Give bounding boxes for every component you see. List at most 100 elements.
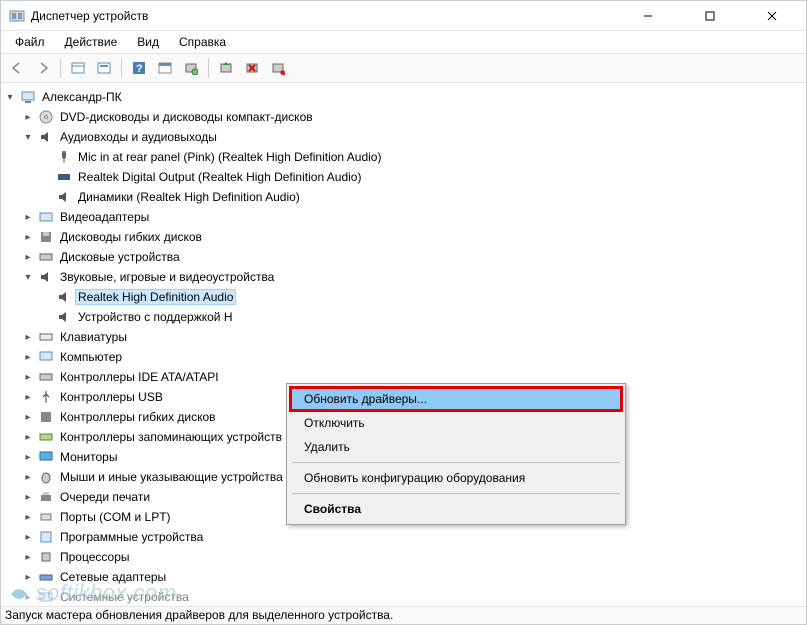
expand-icon[interactable]: ▸ xyxy=(21,492,35,503)
menu-help[interactable]: Справка xyxy=(171,33,234,51)
disable-icon[interactable] xyxy=(266,56,290,80)
tree-item-network[interactable]: ▸ Сетевые адаптеры xyxy=(3,567,804,587)
expand-icon[interactable]: ▸ xyxy=(21,512,35,523)
tree-label: DVD-дисководы и дисководы компакт-дисков xyxy=(57,109,316,125)
tree-label: Звуковые, игровые и видеоустройства xyxy=(57,269,277,285)
tree-item-keyboards[interactable]: ▸ Клавиатуры xyxy=(3,327,804,347)
tree-item-computer[interactable]: ▸ Компьютер xyxy=(3,347,804,367)
menu-view[interactable]: Вид xyxy=(129,33,167,51)
status-text: Запуск мастера обновления драйверов для … xyxy=(5,608,393,622)
ctx-update-drivers[interactable]: Обновить драйверы... xyxy=(290,387,622,411)
tree-label: Программные устройства xyxy=(57,529,206,545)
tree-item-video[interactable]: ▸ Видеоадаптеры xyxy=(3,207,804,227)
display-adapter-icon xyxy=(38,209,54,225)
tree-label: Сетевые адаптеры xyxy=(57,569,169,585)
back-button[interactable] xyxy=(5,56,29,80)
tree-item-hd-support[interactable]: Устройство с поддержкой H xyxy=(3,307,804,327)
close-button[interactable] xyxy=(750,2,794,30)
speaker-icon xyxy=(56,189,72,205)
tree-item-sound-game[interactable]: ▾ Звуковые, игровые и видеоустройства xyxy=(3,267,804,287)
ctx-separator xyxy=(292,493,620,494)
toolbar: ? xyxy=(1,53,806,83)
tree-label: Александр-ПК xyxy=(39,89,125,105)
tree-item-system[interactable]: ▸ Системные устройства xyxy=(3,587,804,606)
view-resources-icon[interactable] xyxy=(92,56,116,80)
expand-icon[interactable]: ▸ xyxy=(21,372,35,383)
tree-item-disks[interactable]: ▸ Дисковые устройства xyxy=(3,247,804,267)
tree-item-realtek[interactable]: Realtek High Definition Audio xyxy=(3,287,804,307)
tree-label: Мыши и иные указывающие устройства xyxy=(57,469,286,485)
tree-label: Устройство с поддержкой H xyxy=(75,309,236,325)
expand-icon[interactable]: ▸ xyxy=(21,252,35,263)
collapse-icon[interactable]: ▾ xyxy=(3,92,17,103)
speaker-icon xyxy=(38,129,54,145)
tree-label: Видеоадаптеры xyxy=(57,209,152,225)
uninstall-icon[interactable] xyxy=(240,56,264,80)
scan-hardware-icon[interactable] xyxy=(179,56,203,80)
tree-item-spdif[interactable]: Realtek Digital Output (Realtek High Def… xyxy=(3,167,804,187)
ctx-scan-hardware[interactable]: Обновить конфигурацию оборудования xyxy=(290,466,622,490)
expand-icon[interactable]: ▸ xyxy=(21,112,35,123)
expand-icon[interactable]: ▸ xyxy=(21,332,35,343)
tree-item-floppy[interactable]: ▸ Дисководы гибких дисков xyxy=(3,227,804,247)
titlebar: Диспетчер устройств xyxy=(1,1,806,31)
expand-icon[interactable]: ▸ xyxy=(21,212,35,223)
tree-label: Очереди печати xyxy=(57,489,153,505)
expand-icon[interactable]: ▸ xyxy=(21,452,35,463)
forward-button[interactable] xyxy=(31,56,55,80)
computer-icon xyxy=(20,89,36,105)
tree-item-mic[interactable]: Mic in at rear panel (Pink) (Realtek Hig… xyxy=(3,147,804,167)
menu-action[interactable]: Действие xyxy=(57,33,126,51)
tree-item-software[interactable]: ▸ Программные устройства xyxy=(3,527,804,547)
expand-icon[interactable]: ▸ xyxy=(21,592,35,603)
system-icon xyxy=(38,589,54,605)
update-driver-icon[interactable] xyxy=(214,56,238,80)
expand-icon[interactable]: ▸ xyxy=(21,412,35,423)
expand-icon[interactable]: ▸ xyxy=(21,392,35,403)
statusbar: Запуск мастера обновления драйверов для … xyxy=(1,606,806,624)
speaker-icon xyxy=(38,269,54,285)
collapse-icon[interactable]: ▾ xyxy=(21,272,35,283)
expand-icon[interactable]: ▸ xyxy=(21,232,35,243)
expand-icon[interactable]: ▸ xyxy=(21,432,35,443)
ide-icon xyxy=(38,369,54,385)
microphone-icon xyxy=(56,149,72,165)
expand-icon[interactable]: ▸ xyxy=(21,532,35,543)
collapse-icon[interactable]: ▾ xyxy=(21,132,35,143)
cpu-icon xyxy=(38,549,54,565)
expand-icon[interactable]: ▸ xyxy=(21,572,35,583)
floppy-icon xyxy=(38,229,54,245)
expand-icon[interactable]: ▸ xyxy=(21,552,35,563)
floppy-icon xyxy=(38,409,54,425)
tree-label: Дисковые устройства xyxy=(57,249,183,265)
help-icon[interactable]: ? xyxy=(127,56,151,80)
tree-root[interactable]: ▾ Александр-ПК xyxy=(3,87,804,107)
expand-icon[interactable]: ▸ xyxy=(21,472,35,483)
properties-icon[interactable] xyxy=(153,56,177,80)
device-tree[interactable]: ▾ Александр-ПК ▸ DVD-дисководы и дисково… xyxy=(1,83,806,606)
ctx-properties[interactable]: Свойства xyxy=(290,497,622,521)
minimize-button[interactable] xyxy=(626,2,670,30)
maximize-button[interactable] xyxy=(688,2,732,30)
disc-icon xyxy=(38,109,54,125)
tree-label: Контроллеры запоминающих устройств xyxy=(57,429,285,445)
computer-icon xyxy=(38,349,54,365)
ctx-disable[interactable]: Отключить xyxy=(290,411,622,435)
tree-label-selected: Realtek High Definition Audio xyxy=(75,289,236,305)
ctx-uninstall[interactable]: Удалить xyxy=(290,435,622,459)
expand-icon[interactable]: ▸ xyxy=(21,352,35,363)
tree-label: Динамики (Realtek High Definition Audio) xyxy=(75,189,303,205)
network-icon xyxy=(38,569,54,585)
tree-item-processors[interactable]: ▸ Процессоры xyxy=(3,547,804,567)
tree-item-audio-io[interactable]: ▾ Аудиовходы и аудиовыходы xyxy=(3,127,804,147)
tree-label: Mic in at rear panel (Pink) (Realtek Hig… xyxy=(75,149,384,165)
tree-item-speakers[interactable]: Динамики (Realtek High Definition Audio) xyxy=(3,187,804,207)
port-icon xyxy=(38,509,54,525)
view-devices-icon[interactable] xyxy=(66,56,90,80)
tree-item-dvd[interactable]: ▸ DVD-дисководы и дисководы компакт-диск… xyxy=(3,107,804,127)
software-icon xyxy=(38,529,54,545)
app-icon xyxy=(9,8,25,24)
menu-file[interactable]: Файл xyxy=(7,33,53,51)
monitor-icon xyxy=(38,449,54,465)
tree-label: Realtek Digital Output (Realtek High Def… xyxy=(75,169,364,185)
